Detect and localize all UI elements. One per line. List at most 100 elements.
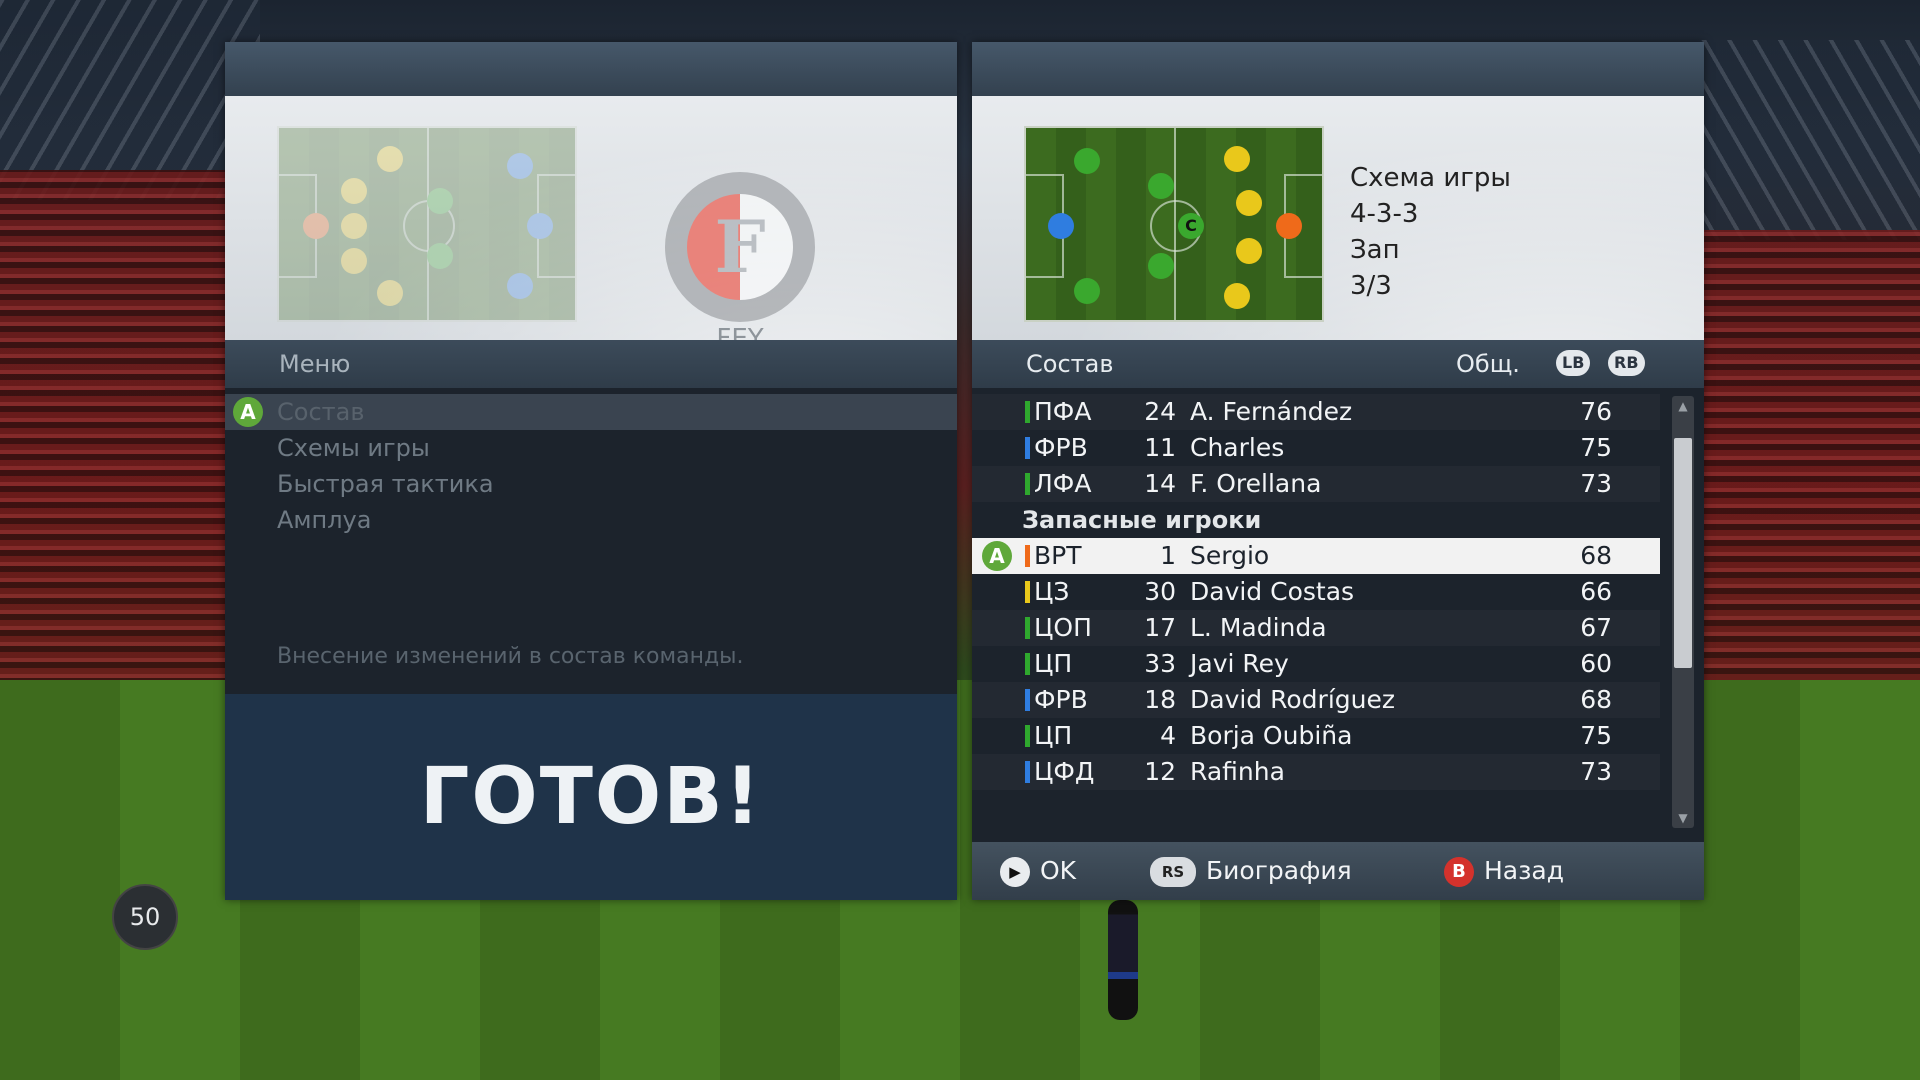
team-header: F FEY (225, 96, 957, 340)
lb-button-icon[interactable]: LB (1556, 350, 1591, 376)
formation-value: 4-3-3 (1350, 199, 1419, 229)
roster-scrollbar[interactable]: ▲ ▼ (1672, 396, 1694, 828)
player-dot (1224, 146, 1250, 172)
player-dot (377, 280, 403, 306)
player-name: A. Fernández (1190, 397, 1353, 426)
formation-title: Схема игры (1350, 163, 1511, 193)
player-rating: 73 (1580, 757, 1612, 786)
player-position: ЦФД (1034, 757, 1095, 786)
player-figure (1108, 900, 1138, 1020)
overall-label: Общ. (1456, 350, 1520, 378)
captain-dot: C (1178, 213, 1204, 239)
ready-button[interactable]: ГОТОВ! (225, 694, 957, 900)
player-rating: 66 (1580, 577, 1612, 606)
player-dot (1148, 173, 1174, 199)
rb-button-icon[interactable]: RB (1608, 350, 1645, 376)
team-code: FEY (716, 324, 764, 340)
player-dot (527, 213, 553, 239)
player-dot (303, 213, 329, 239)
menu-item-squad[interactable]: A Состав (225, 394, 957, 430)
ok-hint[interactable]: ▶ OK (1000, 842, 1076, 900)
b-button-icon: B (1444, 857, 1474, 887)
back-label: Назад (1484, 856, 1565, 885)
menu-item-label: Схемы игры (277, 434, 430, 462)
player-row[interactable]: ЛФА 14 F. Orellana 73 (972, 466, 1660, 502)
player-position: ЛФА (1034, 469, 1092, 498)
position-color-bar (1025, 437, 1030, 459)
player-dot (341, 248, 367, 274)
ready-label: ГОТОВ! (419, 752, 763, 842)
player-name: L. Madinda (1190, 613, 1327, 642)
roster-list: ПФА 24 A. Fernández 76 ФРВ 11 Charles 75… (972, 394, 1660, 790)
player-dot (1148, 253, 1174, 279)
player-row[interactable]: ЦОП 17 L. Madinda 67 (972, 610, 1660, 646)
menu-description: Внесение изменений в состав команды. (277, 644, 744, 669)
roster-title: Состав (1026, 350, 1114, 378)
player-number: 33 (1144, 649, 1176, 678)
player-row[interactable]: ЦЗ 30 David Costas 66 (972, 574, 1660, 610)
player-dot (1048, 213, 1074, 239)
player-name: Borja Oubiña (1190, 721, 1353, 750)
player-number: 12 (1144, 757, 1176, 786)
subs-header: Запасные игроки (1022, 506, 1262, 534)
player-row[interactable]: ЦФД 12 Rafinha 73 (972, 754, 1660, 790)
menu-item-label: Состав (277, 398, 365, 426)
player-name: Javi Rey (1190, 649, 1289, 678)
position-color-bar (1025, 401, 1030, 423)
roster-header: Состав Общ. LB RB (972, 340, 1704, 388)
player-dot (1276, 213, 1302, 239)
player-number: 18 (1144, 685, 1176, 714)
player-name: David Rodríguez (1190, 685, 1395, 714)
stadium-roof-right (1690, 40, 1920, 240)
player-row[interactable]: ЦП 4 Borja Oubiña 75 (972, 718, 1660, 754)
player-dot (1074, 148, 1100, 174)
player-number: 11 (1144, 433, 1176, 462)
position-color-bar (1025, 761, 1030, 783)
formation-pitch: C (1024, 126, 1324, 322)
player-number: 30 (1144, 577, 1176, 606)
player-dot (1224, 283, 1250, 309)
position-color-bar (1025, 689, 1030, 711)
formation-info: Схема игры 4-3-3 Зап 3/3 (1350, 160, 1511, 304)
player-position: ЦП (1034, 721, 1073, 750)
rs-button-icon: RS (1150, 857, 1196, 887)
player-name: Charles (1190, 433, 1285, 462)
player-row[interactable]: ПФА 24 A. Fernández 76 (972, 394, 1660, 430)
player-rating: 68 (1580, 541, 1612, 570)
play-button-icon: ▶ (1000, 857, 1030, 887)
player-row[interactable]: ФРВ 11 Charles 75 (972, 430, 1660, 466)
subs-label: Зап (1350, 235, 1400, 265)
menu-item-roles[interactable]: Амплуа (225, 502, 957, 538)
position-color-bar (1025, 653, 1030, 675)
player-number: 1 (1160, 541, 1176, 570)
menu-item-label: Быстрая тактика (277, 470, 494, 498)
player-dot (1074, 278, 1100, 304)
counter-badge: 50 (112, 884, 178, 950)
player-dot (507, 273, 533, 299)
player-position: ПФА (1034, 397, 1092, 426)
menu-item-quick-tactics[interactable]: Быстрая тактика (225, 466, 957, 502)
player-dot (507, 153, 533, 179)
player-row[interactable]: ЦП 33 Javi Rey 60 (972, 646, 1660, 682)
biography-hint[interactable]: RS Биография (1150, 842, 1352, 900)
player-row-selected[interactable]: A ВРТ 1 Sergio 68 (972, 538, 1660, 574)
menu-item-formations[interactable]: Схемы игры (225, 430, 957, 466)
player-name: David Costas (1190, 577, 1355, 606)
scroll-thumb[interactable] (1674, 438, 1692, 668)
player-number: 24 (1144, 397, 1176, 426)
button-hints-bar: ▶ OK RS Биография B Назад (972, 842, 1704, 900)
back-hint[interactable]: B Назад (1444, 842, 1564, 900)
formation-header: C Схема игры 4-3-3 Зап 3/3 (972, 96, 1704, 340)
subs-count: 3/3 (1350, 271, 1392, 301)
position-color-bar (1025, 545, 1030, 567)
panel-topbar (225, 42, 957, 96)
player-rating: 73 (1580, 469, 1612, 498)
scroll-up-icon[interactable]: ▲ (1672, 396, 1694, 416)
player-row[interactable]: ФРВ 18 David Rodríguez 68 (972, 682, 1660, 718)
player-dot (377, 146, 403, 172)
player-dot (427, 188, 453, 214)
position-color-bar (1025, 473, 1030, 495)
scroll-down-icon[interactable]: ▼ (1672, 808, 1694, 828)
ok-label: OK (1040, 856, 1077, 885)
player-number: 14 (1144, 469, 1176, 498)
